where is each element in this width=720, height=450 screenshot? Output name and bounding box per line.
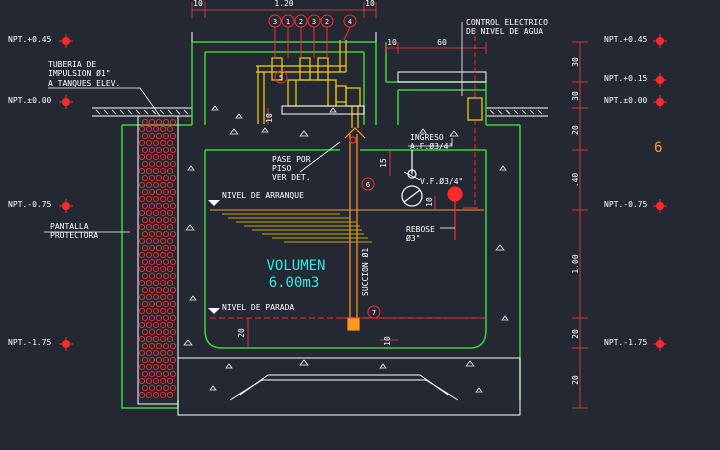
callout-3a: 3 xyxy=(273,18,277,26)
drawing-stage: 10 1.20 10 10 60 30 30 20 .40 1.00 20 20… xyxy=(0,0,720,450)
level-marker-icon xyxy=(59,34,73,48)
callout-2b: 2 xyxy=(325,18,329,26)
nivel-parada-label: NIVEL DE PARADA xyxy=(222,303,294,312)
level-right-2: NPT.±0.00 xyxy=(604,96,648,105)
level-right-3: NPT.-0.75 xyxy=(604,200,648,209)
level-right-1: NPT.+0.15 xyxy=(604,74,648,83)
callout-7: 7 xyxy=(372,309,376,317)
pase-label-line2: PISO xyxy=(272,164,291,173)
pantalla-label-line2: PROTECTORA xyxy=(50,231,98,240)
callout-4: 4 xyxy=(348,18,352,26)
rebose-label-line1: REBOSE xyxy=(406,225,435,234)
level-control xyxy=(463,28,483,210)
protective-screen xyxy=(137,115,179,405)
level-marker-icon xyxy=(653,95,667,109)
volume-label: VOLUMEN xyxy=(266,258,325,274)
dim-right-100: 1.00 xyxy=(571,254,580,273)
callout-5: 5 xyxy=(279,74,283,82)
dimension-lines xyxy=(191,2,588,409)
tuberia-label-line2: IMPULSION Ø1" xyxy=(48,68,111,78)
level-marker-icon xyxy=(653,199,667,213)
level-marker-icon xyxy=(59,199,73,213)
tank-concrete-outline xyxy=(121,41,521,409)
succion-label: SUCCION Ø1 xyxy=(360,248,370,296)
dim-top-10-right: 10 xyxy=(365,0,375,8)
brick-pattern xyxy=(138,118,177,399)
water-start-level xyxy=(208,200,484,243)
level-left-0: NPT.+0.45 xyxy=(8,35,52,44)
leader-lines xyxy=(44,22,463,233)
level-right-4: NPT.-1.75 xyxy=(604,338,648,347)
callout-6: 6 xyxy=(366,181,370,189)
level-markers xyxy=(59,34,667,351)
callout-1: 1 xyxy=(286,18,290,26)
level-marker-icon xyxy=(653,337,667,351)
dim-valve-10: 10 xyxy=(425,197,434,207)
level-marker-icon xyxy=(59,337,73,351)
dim-inlet-15: 15 xyxy=(379,158,388,168)
dim-control-60: 60 xyxy=(437,38,447,47)
vf-label: V.F.Ø3/4" xyxy=(420,176,463,186)
concrete-aggregate xyxy=(183,105,509,393)
tuberia-label-line3: A TANQUES ELEV. xyxy=(48,79,120,88)
level-right-0: NPT.+0.45 xyxy=(604,35,648,44)
volume-value: 6.00m3 xyxy=(269,275,320,291)
level-left-1: NPT.±0.00 xyxy=(8,96,52,105)
nivel-arranque-label: NIVEL DE ARRANQUE xyxy=(222,191,304,200)
pantalla-label-line1: PANTALLA xyxy=(50,222,89,231)
dim-right-20a: 20 xyxy=(571,125,580,135)
ground-hatch-left xyxy=(92,107,192,117)
level-left-3: NPT.-1.75 xyxy=(8,338,52,347)
dim-top-10-left: 10 xyxy=(193,0,203,8)
tuberia-label-line1: TUBERIA DE xyxy=(48,60,96,69)
cisterna-section-drawing: 10 1.20 10 10 60 30 30 20 .40 1.00 20 20… xyxy=(8,0,667,416)
dim-pump-10: 10 xyxy=(265,113,274,123)
dim-bottom-10: 10 xyxy=(383,336,392,346)
ingreso-label-line2: A.F.Ø3/4" xyxy=(410,141,453,151)
control-label-line2: DE NIVEL DE AGUA xyxy=(466,27,543,36)
dim-right-30b: 30 xyxy=(571,91,580,101)
ground-hatch-right xyxy=(486,107,548,117)
dim-right-20b: 20 xyxy=(571,329,580,339)
dim-right-40: .40 xyxy=(571,173,580,188)
control-label-line1: CONTROL ELECTRICO xyxy=(466,18,548,27)
level-marker-icon xyxy=(59,95,73,109)
suction-pipe xyxy=(344,127,366,331)
level-left-2: NPT.-0.75 xyxy=(8,200,52,209)
section-mark: 6 xyxy=(654,140,662,156)
dim-right-30a: 30 xyxy=(571,57,580,67)
callout-2a: 2 xyxy=(299,18,303,26)
dim-stop-20: 20 xyxy=(237,328,246,338)
level-marker-icon xyxy=(653,34,667,48)
pase-label-line1: PASE POR xyxy=(272,155,311,164)
ingreso-label-line1: INGRESO xyxy=(410,133,444,142)
callout-3b: 3 xyxy=(312,18,316,26)
dim-right-20c: 20 xyxy=(571,375,580,385)
pase-label-line3: VER DET. xyxy=(272,173,311,182)
rebose-label-line2: Ø3" xyxy=(406,233,420,243)
level-marker-icon xyxy=(653,73,667,87)
dim-control-10: 10 xyxy=(387,38,397,47)
dim-top-120: 1.20 xyxy=(274,0,293,8)
